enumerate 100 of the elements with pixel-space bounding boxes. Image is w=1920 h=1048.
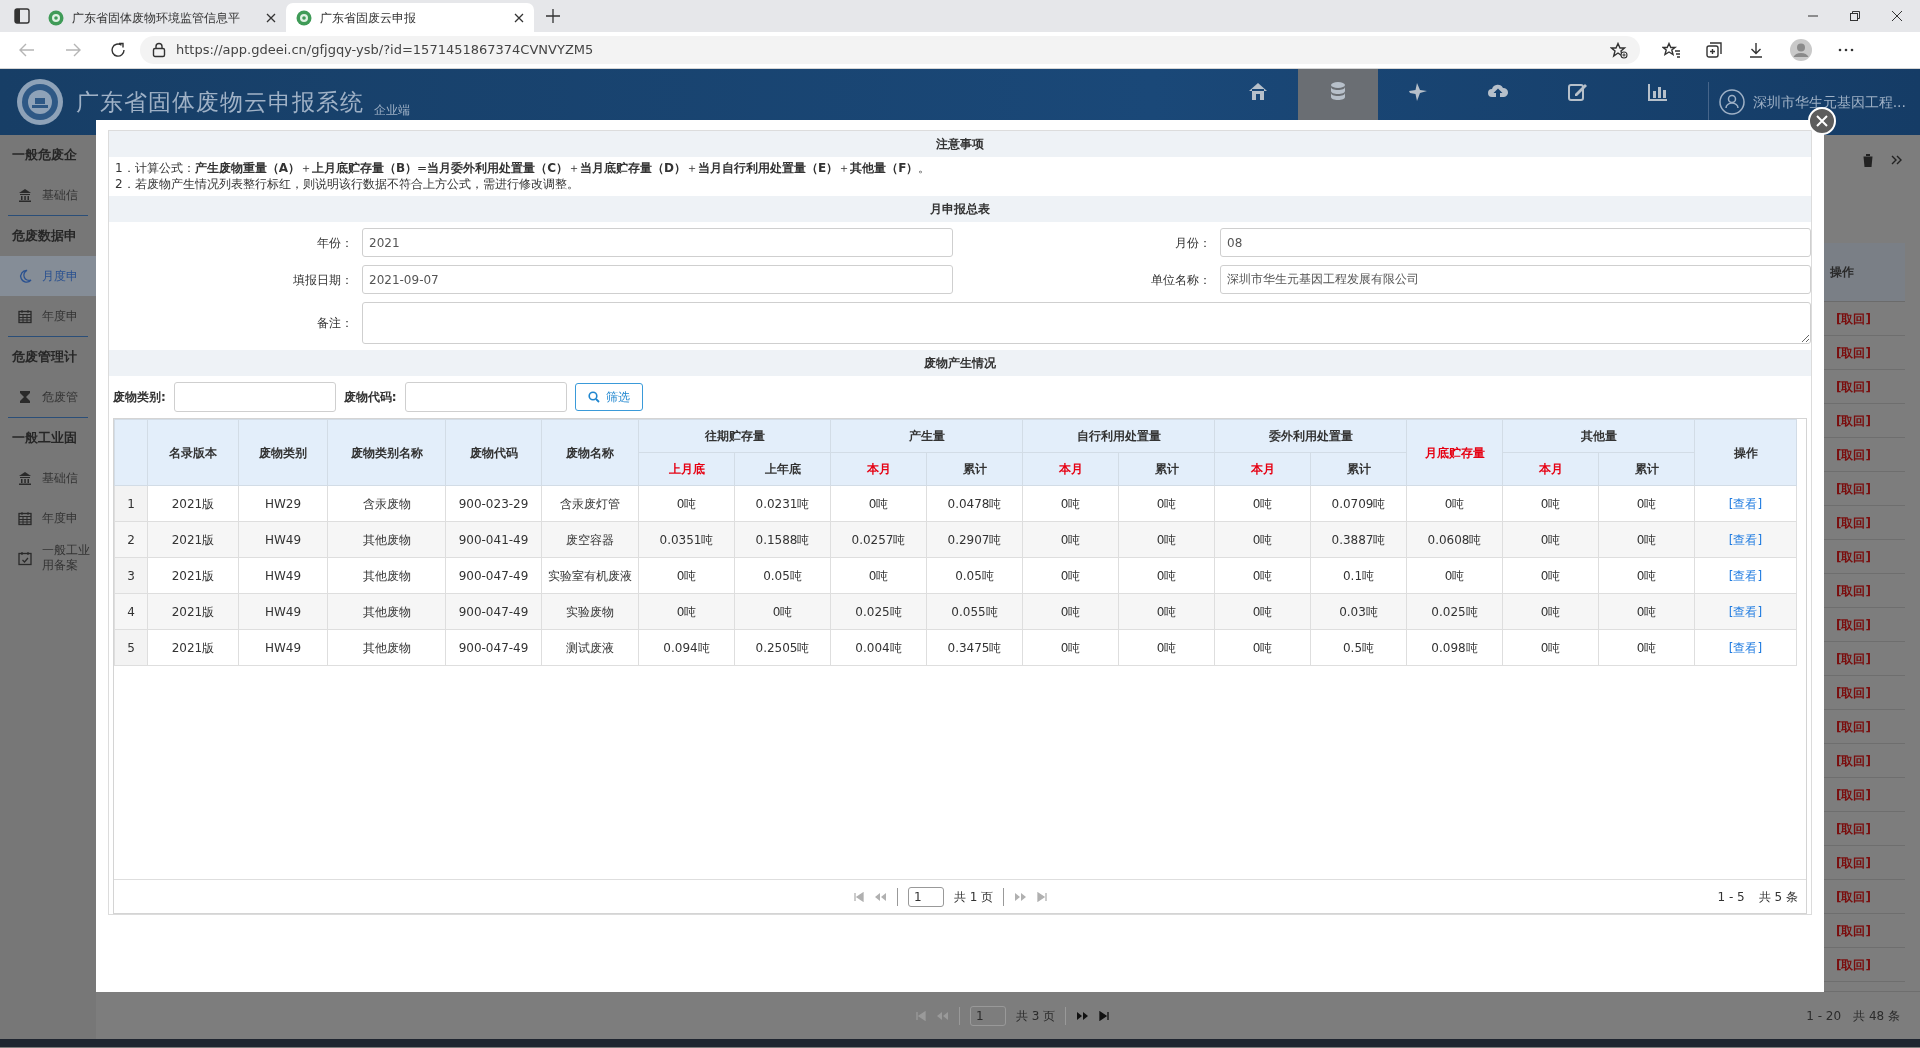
table-cell: 0吨 xyxy=(1502,629,1599,666)
text-field[interactable]: 深圳市华生元基因工程发展有限公司 xyxy=(1220,265,1811,294)
view-link[interactable]: [查看] xyxy=(1728,568,1763,583)
table-cell: 0.025吨 xyxy=(1406,593,1503,630)
retrieve-link[interactable]: [取回] xyxy=(1836,445,1871,464)
retrieve-link[interactable]: [取回] xyxy=(1836,377,1871,396)
retrieve-link[interactable]: [取回] xyxy=(1836,921,1871,940)
moon-icon xyxy=(18,268,32,284)
browser-tab[interactable]: 广东省固体废物环境监管信息平 xyxy=(38,3,286,32)
retrieve-link[interactable]: [取回] xyxy=(1836,887,1871,906)
refresh-icon[interactable] xyxy=(110,42,126,58)
trash-icon[interactable] xyxy=(1861,152,1875,168)
retrieve-link[interactable]: [取回] xyxy=(1836,411,1871,430)
table-cell: 0.1吨 xyxy=(1310,557,1407,594)
avatar-icon[interactable] xyxy=(1790,39,1812,61)
table-cell: 0.0608吨 xyxy=(1406,521,1503,558)
table-cell: 0.025吨 xyxy=(830,593,927,630)
sidebar-item[interactable]: 年度申 xyxy=(0,296,96,336)
last-page-icon[interactable] xyxy=(1099,1010,1110,1021)
table-cell: 0.03吨 xyxy=(1310,593,1407,630)
column-header: 自行利用处置量 xyxy=(1022,419,1215,453)
table-cell: 0吨 xyxy=(638,593,735,630)
column-header: 操作 xyxy=(1694,419,1797,486)
address-bar[interactable]: https://app.gdeei.cn/gfjgqy-ysb/?id=1571451867374CVNVYZM5 xyxy=(140,36,1640,64)
filter-field[interactable] xyxy=(404,382,567,412)
table-cell: 0吨 xyxy=(1022,521,1119,558)
filter-button[interactable]: 筛选 xyxy=(574,383,643,411)
view-link[interactable]: [查看] xyxy=(1728,532,1763,547)
close-icon[interactable] xyxy=(1892,11,1902,21)
filter-field[interactable] xyxy=(173,382,336,412)
retrieve-link[interactable]: [取回] xyxy=(1836,581,1871,600)
table-cell: 0吨 xyxy=(1214,629,1311,666)
browser-tab[interactable]: 广东省固废云申报 xyxy=(286,3,534,32)
page-field[interactable]: 1 xyxy=(908,886,944,907)
text-field[interactable]: 08 xyxy=(1220,228,1811,257)
retrieve-link[interactable]: [取回] xyxy=(1836,649,1871,668)
collections-icon[interactable] xyxy=(1706,42,1722,58)
table-cell: 其他废物 xyxy=(327,521,446,558)
download-icon[interactable] xyxy=(1748,42,1764,58)
bank-icon xyxy=(18,187,32,203)
tab-actions-icon[interactable] xyxy=(14,8,30,24)
note-text: 2．若废物产生情况列表整行标红，则说明该行数据不符合上方公式，需进行修改调整。 xyxy=(115,176,580,192)
view-link[interactable]: [查看] xyxy=(1728,640,1763,655)
retrieve-link[interactable]: [取回] xyxy=(1836,343,1871,362)
new-tab-icon[interactable] xyxy=(546,9,560,23)
text-field[interactable]: 2021-09-07 xyxy=(362,265,953,294)
table-cell: 0吨 xyxy=(1214,557,1311,594)
page-field[interactable]: 1 xyxy=(970,1005,1006,1026)
row-number: 2 xyxy=(114,521,148,558)
app-subtitle: 企业端 xyxy=(374,102,410,119)
view-link[interactable]: [查看] xyxy=(1728,604,1763,619)
emblem-logo xyxy=(16,78,64,126)
column-header: 上月底 xyxy=(638,452,735,486)
column-header: 累计 xyxy=(1310,452,1407,486)
note-text: 1．计算公式：产生废物重量（A）＋上月底贮存量（B）=当月委外利用处置量（C）＋当月底贮存量（D）＋当月自行利用处置量（E）＋其他量（F）。 xyxy=(115,160,932,176)
retrieve-link[interactable]: [取回] xyxy=(1836,683,1871,702)
table-cell: 0.094吨 xyxy=(638,629,735,666)
sidebar-item[interactable]: 年度申 xyxy=(0,498,96,538)
table-cell: HW49 xyxy=(238,629,328,666)
retrieve-link[interactable]: [取回] xyxy=(1836,717,1871,736)
retrieve-link[interactable]: [取回] xyxy=(1836,785,1871,804)
table-cell: 0吨 xyxy=(1118,593,1215,630)
favorites-icon[interactable] xyxy=(1662,42,1680,58)
table-cell: 0吨 xyxy=(1502,593,1599,630)
remarks-field[interactable] xyxy=(362,302,1811,344)
double-chevron-icon[interactable] xyxy=(1891,155,1902,165)
column-header: 其他量 xyxy=(1502,419,1695,453)
table-cell: 0吨 xyxy=(734,593,831,630)
table-cell: 0吨 xyxy=(1022,557,1119,594)
next-page-icon[interactable] xyxy=(1076,1010,1090,1021)
table-cell: 0.0478吨 xyxy=(926,485,1023,522)
retrieve-link[interactable]: [取回] xyxy=(1836,615,1871,634)
sidebar-item[interactable]: 基础信 xyxy=(0,458,96,498)
retrieve-link[interactable]: [取回] xyxy=(1836,819,1871,838)
table-cell: 0吨 xyxy=(1406,485,1503,522)
table-cell: HW49 xyxy=(238,557,328,594)
more-icon[interactable] xyxy=(1838,48,1854,52)
retrieve-link[interactable]: [取回] xyxy=(1836,751,1871,770)
view-link[interactable]: [查看] xyxy=(1728,496,1763,511)
column-header: 本月 xyxy=(1502,452,1599,486)
sidebar-item[interactable]: 危废管 xyxy=(0,377,96,417)
sidebar-item[interactable]: 基础信 xyxy=(0,175,96,215)
retrieve-link[interactable]: [取回] xyxy=(1836,853,1871,872)
sidebar-item[interactable]: 月度申 xyxy=(0,256,96,296)
column-header: 本月 xyxy=(830,452,927,486)
retrieve-link[interactable]: [取回] xyxy=(1836,479,1871,498)
site-icon xyxy=(48,9,64,26)
restore-icon[interactable] xyxy=(1850,11,1860,21)
section-title: 废物产生情况 xyxy=(109,350,1811,376)
star-plus-icon[interactable] xyxy=(1610,41,1628,59)
retrieve-link[interactable]: [取回] xyxy=(1836,955,1871,974)
field-label: 备注： xyxy=(316,315,353,332)
retrieve-link[interactable]: [取回] xyxy=(1836,547,1871,566)
close-icon[interactable] xyxy=(514,12,524,23)
user-icon[interactable] xyxy=(1718,89,1745,115)
retrieve-link[interactable]: [取回] xyxy=(1836,309,1871,328)
close-icon[interactable] xyxy=(266,12,276,23)
retrieve-link[interactable]: [取回] xyxy=(1836,513,1871,532)
table-cell: 0吨 xyxy=(1214,485,1311,522)
text-field[interactable]: 2021 xyxy=(362,228,953,257)
